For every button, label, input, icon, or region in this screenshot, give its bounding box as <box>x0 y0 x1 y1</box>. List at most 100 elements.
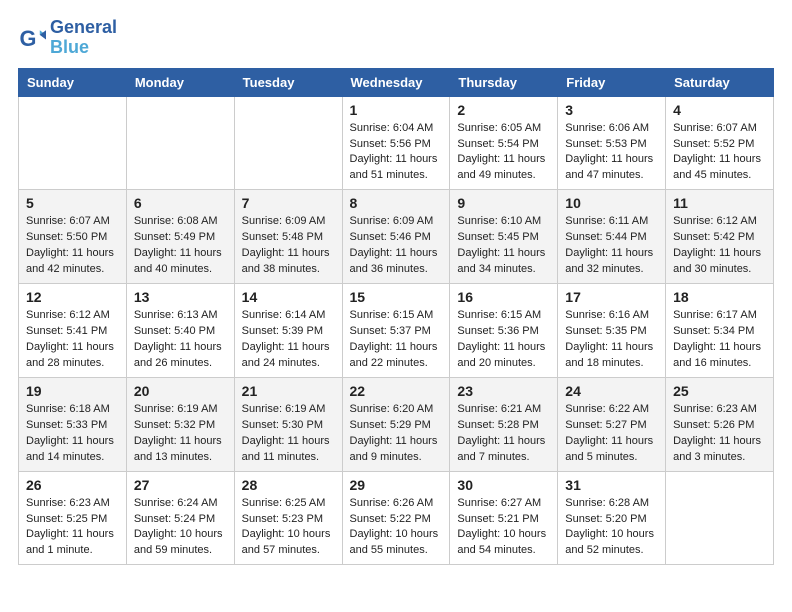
day-info: Sunrise: 6:22 AM Sunset: 5:27 PM Dayligh… <box>565 402 658 466</box>
day-info: Sunrise: 6:19 AM Sunset: 5:32 PM Dayligh… <box>134 402 227 466</box>
svg-text:G: G <box>20 26 37 51</box>
day-number: 2 <box>457 102 550 118</box>
calendar-week-row: 12 Sunrise: 6:12 AM Sunset: 5:41 PM Dayli… <box>19 284 774 378</box>
calendar-day-cell: 13 Sunrise: 6:13 AM Sunset: 5:40 PM Dayli… <box>126 284 234 378</box>
day-number: 3 <box>565 102 658 118</box>
day-number: 23 <box>457 383 550 399</box>
calendar-day-cell: 23 Sunrise: 6:21 AM Sunset: 5:28 PM Dayli… <box>450 377 558 471</box>
calendar-day-cell: 16 Sunrise: 6:15 AM Sunset: 5:36 PM Dayli… <box>450 284 558 378</box>
day-number: 20 <box>134 383 227 399</box>
weekday-header: Friday <box>558 68 666 96</box>
day-number: 19 <box>26 383 119 399</box>
calendar-week-row: 26 Sunrise: 6:23 AM Sunset: 5:25 PM Dayli… <box>19 471 774 565</box>
day-number: 11 <box>673 195 766 211</box>
calendar-table: SundayMondayTuesdayWednesdayThursdayFrid… <box>18 68 774 566</box>
calendar-week-row: 19 Sunrise: 6:18 AM Sunset: 5:33 PM Dayli… <box>19 377 774 471</box>
logo-icon: G <box>18 24 46 52</box>
day-info: Sunrise: 6:23 AM Sunset: 5:26 PM Dayligh… <box>673 402 766 466</box>
calendar-day-cell: 11 Sunrise: 6:12 AM Sunset: 5:42 PM Dayli… <box>666 190 774 284</box>
calendar-day-cell: 19 Sunrise: 6:18 AM Sunset: 5:33 PM Dayli… <box>19 377 127 471</box>
calendar-day-cell: 18 Sunrise: 6:17 AM Sunset: 5:34 PM Dayli… <box>666 284 774 378</box>
day-info: Sunrise: 6:13 AM Sunset: 5:40 PM Dayligh… <box>134 308 227 372</box>
day-number: 13 <box>134 289 227 305</box>
day-number: 31 <box>565 477 658 493</box>
day-info: Sunrise: 6:14 AM Sunset: 5:39 PM Dayligh… <box>242 308 335 372</box>
day-info: Sunrise: 6:28 AM Sunset: 5:20 PM Dayligh… <box>565 496 658 560</box>
day-number: 7 <box>242 195 335 211</box>
calendar-day-cell: 28 Sunrise: 6:25 AM Sunset: 5:23 PM Dayli… <box>234 471 342 565</box>
day-number: 27 <box>134 477 227 493</box>
calendar-day-cell: 7Sunrise: 6:09 AM Sunset: 5:48 PM Daylig… <box>234 190 342 284</box>
day-number: 28 <box>242 477 335 493</box>
calendar-day-cell: 30 Sunrise: 6:27 AM Sunset: 5:21 PM Dayli… <box>450 471 558 565</box>
calendar-day-cell: 31 Sunrise: 6:28 AM Sunset: 5:20 PM Dayli… <box>558 471 666 565</box>
day-number: 4 <box>673 102 766 118</box>
day-info: Sunrise: 6:20 AM Sunset: 5:29 PM Dayligh… <box>350 402 443 466</box>
day-info: Sunrise: 6:18 AM Sunset: 5:33 PM Dayligh… <box>26 402 119 466</box>
weekday-header: Tuesday <box>234 68 342 96</box>
day-info: Sunrise: 6:15 AM Sunset: 5:36 PM Dayligh… <box>457 308 550 372</box>
calendar-day-cell: 25 Sunrise: 6:23 AM Sunset: 5:26 PM Dayli… <box>666 377 774 471</box>
day-info: Sunrise: 6:25 AM Sunset: 5:23 PM Dayligh… <box>242 496 335 560</box>
calendar-day-cell <box>234 96 342 190</box>
day-info: Sunrise: 6:10 AM Sunset: 5:45 PM Dayligh… <box>457 214 550 278</box>
day-number: 25 <box>673 383 766 399</box>
calendar-day-cell: 10Sunrise: 6:11 AM Sunset: 5:44 PM Dayli… <box>558 190 666 284</box>
calendar-day-cell <box>666 471 774 565</box>
day-info: Sunrise: 6:24 AM Sunset: 5:24 PM Dayligh… <box>134 496 227 560</box>
day-number: 22 <box>350 383 443 399</box>
day-info: Sunrise: 6:09 AM Sunset: 5:46 PM Dayligh… <box>350 214 443 278</box>
day-number: 12 <box>26 289 119 305</box>
day-number: 10 <box>565 195 658 211</box>
calendar-day-cell: 8Sunrise: 6:09 AM Sunset: 5:46 PM Daylig… <box>342 190 450 284</box>
calendar-day-cell: 14 Sunrise: 6:14 AM Sunset: 5:39 PM Dayli… <box>234 284 342 378</box>
day-number: 5 <box>26 195 119 211</box>
calendar-day-cell <box>19 96 127 190</box>
calendar-day-cell: 26 Sunrise: 6:23 AM Sunset: 5:25 PM Dayli… <box>19 471 127 565</box>
calendar-day-cell: 29 Sunrise: 6:26 AM Sunset: 5:22 PM Dayli… <box>342 471 450 565</box>
day-number: 26 <box>26 477 119 493</box>
calendar-day-cell: 21Sunrise: 6:19 AM Sunset: 5:30 PM Dayli… <box>234 377 342 471</box>
logo-general: General <box>50 18 117 38</box>
calendar-day-cell: 27 Sunrise: 6:24 AM Sunset: 5:24 PM Dayli… <box>126 471 234 565</box>
logo: G General Blue <box>18 18 117 58</box>
day-number: 15 <box>350 289 443 305</box>
day-number: 24 <box>565 383 658 399</box>
calendar-day-cell: 17Sunrise: 6:16 AM Sunset: 5:35 PM Dayli… <box>558 284 666 378</box>
day-info: Sunrise: 6:12 AM Sunset: 5:41 PM Dayligh… <box>26 308 119 372</box>
calendar-day-cell: 3 Sunrise: 6:06 AM Sunset: 5:53 PM Daylig… <box>558 96 666 190</box>
day-info: Sunrise: 6:27 AM Sunset: 5:21 PM Dayligh… <box>457 496 550 560</box>
day-info: Sunrise: 6:04 AM Sunset: 5:56 PM Dayligh… <box>350 121 443 185</box>
day-info: Sunrise: 6:15 AM Sunset: 5:37 PM Dayligh… <box>350 308 443 372</box>
calendar-day-cell: 15 Sunrise: 6:15 AM Sunset: 5:37 PM Dayli… <box>342 284 450 378</box>
day-info: Sunrise: 6:12 AM Sunset: 5:42 PM Dayligh… <box>673 214 766 278</box>
day-info: Sunrise: 6:06 AM Sunset: 5:53 PM Dayligh… <box>565 121 658 185</box>
day-number: 16 <box>457 289 550 305</box>
day-number: 18 <box>673 289 766 305</box>
day-number: 9 <box>457 195 550 211</box>
calendar-day-cell <box>126 96 234 190</box>
day-number: 1 <box>350 102 443 118</box>
day-info: Sunrise: 6:23 AM Sunset: 5:25 PM Dayligh… <box>26 496 119 560</box>
logo-blue: Blue <box>50 38 117 58</box>
day-info: Sunrise: 6:21 AM Sunset: 5:28 PM Dayligh… <box>457 402 550 466</box>
day-number: 14 <box>242 289 335 305</box>
calendar-day-cell: 4Sunrise: 6:07 AM Sunset: 5:52 PM Daylig… <box>666 96 774 190</box>
day-info: Sunrise: 6:26 AM Sunset: 5:22 PM Dayligh… <box>350 496 443 560</box>
calendar-day-cell: 9 Sunrise: 6:10 AM Sunset: 5:45 PM Daylig… <box>450 190 558 284</box>
day-info: Sunrise: 6:07 AM Sunset: 5:50 PM Dayligh… <box>26 214 119 278</box>
day-number: 30 <box>457 477 550 493</box>
day-info: Sunrise: 6:08 AM Sunset: 5:49 PM Dayligh… <box>134 214 227 278</box>
calendar-week-row: 5 Sunrise: 6:07 AM Sunset: 5:50 PM Daylig… <box>19 190 774 284</box>
calendar-day-cell: 5 Sunrise: 6:07 AM Sunset: 5:50 PM Daylig… <box>19 190 127 284</box>
day-number: 29 <box>350 477 443 493</box>
day-info: Sunrise: 6:17 AM Sunset: 5:34 PM Dayligh… <box>673 308 766 372</box>
day-info: Sunrise: 6:05 AM Sunset: 5:54 PM Dayligh… <box>457 121 550 185</box>
page-header: G General Blue <box>18 18 774 58</box>
weekday-header: Wednesday <box>342 68 450 96</box>
calendar-day-cell: 6Sunrise: 6:08 AM Sunset: 5:49 PM Daylig… <box>126 190 234 284</box>
calendar-day-cell: 2 Sunrise: 6:05 AM Sunset: 5:54 PM Daylig… <box>450 96 558 190</box>
day-info: Sunrise: 6:16 AM Sunset: 5:35 PM Dayligh… <box>565 308 658 372</box>
weekday-header: Thursday <box>450 68 558 96</box>
weekday-header: Saturday <box>666 68 774 96</box>
